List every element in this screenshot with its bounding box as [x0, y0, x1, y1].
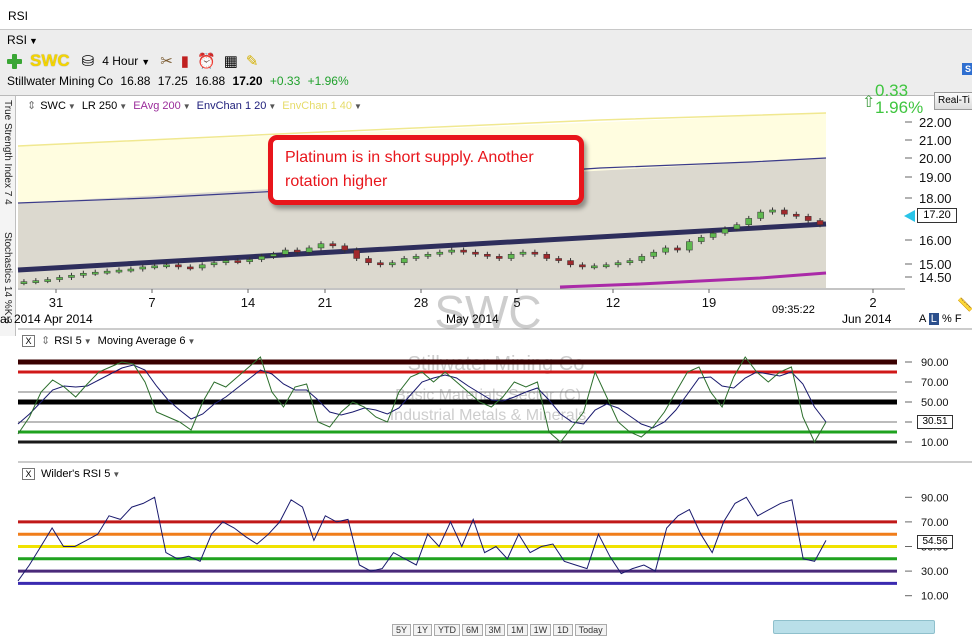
- symbol-row: SWC ⛁ 4 Hour ▼ ✂ ▮ ⏰ ▦ ✎: [7, 51, 267, 71]
- quote-open: 16.88: [120, 74, 151, 88]
- interval-select[interactable]: 4 Hour ▼: [102, 54, 150, 68]
- side-tab-label: Stochastics 14 %K 3: [2, 232, 13, 324]
- month-label: Apr 2014: [44, 312, 93, 326]
- chevron-down-icon: ▼: [83, 336, 92, 346]
- month-label: May 2014: [446, 312, 499, 326]
- price-pane-header: ⇕ SWC ▼ LR 250 ▼ EAvg 200 ▼ EnvChan 1 20 ▼ E…: [27, 99, 368, 113]
- chart-tab-label: RSI: [7, 33, 28, 47]
- overlay-item[interactable]: EnvChan 1 20 ▼: [197, 100, 277, 112]
- chevron-down-icon: ▼: [67, 101, 76, 111]
- wilder-pane-header: X Wilder's RSI 5 ▼: [22, 468, 126, 480]
- drag-handle-icon[interactable]: ⇕: [27, 99, 36, 112]
- chevron-down-icon: ▼: [112, 470, 121, 479]
- last-price-arrow-icon: [904, 210, 915, 222]
- quote-row: Stillwater Mining Co 16.88 17.25 16.88 1…: [7, 74, 353, 88]
- range-button[interactable]: Today: [574, 624, 607, 636]
- overlay-item[interactable]: LR 250 ▼: [82, 100, 127, 112]
- add-symbol-icon[interactable]: [7, 53, 22, 69]
- window-title: RSI: [8, 9, 29, 23]
- quote-low: 16.88: [195, 74, 226, 88]
- side-tab-label: True Strength Index 7 4: [2, 100, 13, 205]
- overlay-item[interactable]: EnvChan 1 40 ▼: [282, 100, 362, 112]
- settings-badge-icon[interactable]: S: [962, 63, 972, 75]
- chevron-down-icon: ▼: [354, 101, 362, 111]
- close-pane-icon[interactable]: X: [22, 468, 35, 480]
- rsi-pane-header: X ⇕ RSI 5 ▼ Moving Average 6 ▼: [22, 334, 201, 347]
- chevron-down-icon: ▼: [268, 101, 277, 111]
- chevron-down-icon: ▼: [182, 101, 191, 111]
- scale-button-log[interactable]: L: [928, 313, 939, 325]
- range-button[interactable]: 5Y: [392, 624, 412, 636]
- ruler-icon[interactable]: 📏: [957, 297, 972, 313]
- range-button[interactable]: 6M: [462, 624, 483, 636]
- last-price-label: 17.20: [917, 208, 957, 223]
- range-button[interactable]: 1Y: [413, 624, 433, 636]
- chart-tab[interactable]: RSI ▼: [7, 33, 38, 47]
- indicator-item[interactable]: Moving Average 6 ▼: [98, 335, 196, 347]
- timestamp: 09:35:22: [772, 304, 815, 316]
- scale-button-percent[interactable]: %: [942, 313, 952, 325]
- side-tab-true-strength[interactable]: True Strength Index 7 4: [0, 96, 16, 228]
- chevron-down-icon: ▼: [187, 336, 196, 346]
- overlay-item[interactable]: EAvg 200 ▼: [133, 100, 190, 112]
- drag-handle-icon[interactable]: ⇕: [41, 334, 50, 347]
- timeline-scrollbar[interactable]: [773, 620, 935, 634]
- chart-toolbar: RSI ▼ SWC ⛁ 4 Hour ▼ ✂ ▮ ⏰ ▦ ✎ Stillwater …: [0, 30, 972, 117]
- chevron-down-icon: ▼: [119, 101, 128, 111]
- close-pane-icon[interactable]: X: [22, 334, 35, 347]
- quote-high: 17.25: [157, 74, 188, 88]
- scale-button-auto[interactable]: A: [919, 313, 926, 325]
- range-button[interactable]: 1M: [507, 624, 528, 636]
- interval-value: 4 Hour: [102, 54, 139, 68]
- company-name: Stillwater Mining Co: [7, 74, 114, 88]
- annotation-callout[interactable]: Platinum is in short supply. Another rot…: [268, 135, 584, 205]
- range-button[interactable]: 1W: [529, 624, 552, 636]
- wilder-value-label: 54.56: [917, 535, 953, 549]
- range-button[interactable]: 1D: [553, 624, 573, 636]
- quote-change-pct: +1.96%: [307, 74, 349, 88]
- indicator-item[interactable]: Wilder's RSI 5 ▼: [41, 468, 120, 480]
- rsi-value-label: 30.51: [917, 415, 953, 429]
- lookup-icon[interactable]: ⛁: [82, 54, 95, 69]
- range-bar: 5Y 1Y YTD 6M 3M 1M 1W 1D Today: [392, 624, 607, 636]
- month-label-fragment: ar 2014: [0, 312, 41, 326]
- grid-table-icon[interactable]: ▦: [224, 54, 238, 69]
- notes-icon[interactable]: ✎: [246, 54, 259, 69]
- range-button[interactable]: 3M: [484, 624, 506, 636]
- chevron-down-icon: ▼: [29, 36, 38, 46]
- symbol-label[interactable]: SWC: [30, 51, 70, 71]
- range-button[interactable]: YTD: [434, 624, 461, 636]
- month-label: Jun 2014: [842, 312, 892, 326]
- scale-button-fit[interactable]: F: [955, 313, 962, 325]
- overlay-item[interactable]: SWC ▼: [40, 100, 76, 112]
- indicator-item[interactable]: RSI 5 ▼: [54, 335, 91, 347]
- quote-last: 17.20: [232, 74, 263, 88]
- bar-chart-icon[interactable]: ▮: [181, 54, 189, 69]
- chevron-down-icon: ▼: [141, 57, 151, 67]
- window-titlebar: RSI: [0, 0, 972, 30]
- quote-change: +0.33: [269, 74, 301, 88]
- tools-icon[interactable]: ✂: [160, 54, 173, 69]
- alarm-clock-icon[interactable]: ⏰: [197, 54, 216, 69]
- scale-buttons: A L % F: [919, 313, 962, 325]
